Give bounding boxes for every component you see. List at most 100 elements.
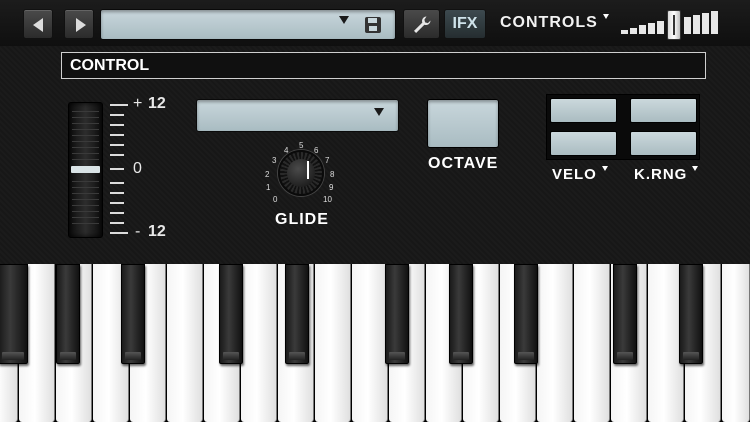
krng-pad-bottom[interactable]	[630, 131, 697, 156]
chevron-down-icon[interactable]	[339, 16, 349, 24]
chevron-down-icon	[374, 108, 384, 116]
settings-button[interactable]	[403, 9, 440, 39]
white-key[interactable]	[167, 264, 203, 422]
wheel-ridge	[72, 193, 99, 194]
previous-preset-button[interactable]	[23, 9, 53, 39]
black-key[interactable]	[285, 264, 309, 364]
volume-level-bar	[657, 21, 664, 34]
wheel-ridge	[72, 129, 99, 130]
triangle-left-icon	[33, 18, 43, 32]
caret-down-icon	[601, 166, 608, 171]
preset-display[interactable]	[100, 9, 396, 40]
octave-display[interactable]	[427, 99, 499, 148]
scale-tick	[110, 212, 124, 214]
knob-scale-number: 1	[266, 183, 271, 192]
glide-label: GLIDE	[275, 211, 329, 228]
triangle-right-icon	[76, 18, 86, 32]
white-key[interactable]	[315, 264, 351, 422]
scale-tick	[110, 192, 124, 194]
white-key[interactable]	[352, 264, 388, 422]
black-key[interactable]	[219, 264, 243, 364]
volume-level-bar	[621, 30, 628, 34]
floppy-disk-icon[interactable]	[365, 17, 381, 33]
wheel-ridge	[72, 211, 99, 212]
black-key[interactable]	[121, 264, 145, 364]
volume-level-bar	[684, 17, 691, 34]
wheel-ridge	[72, 159, 99, 160]
pitch-max-sign: +	[133, 95, 143, 112]
volume-level-bar	[648, 23, 655, 34]
volume-level-bar	[639, 25, 646, 34]
knob-cap	[287, 159, 315, 187]
scale-tick	[110, 144, 124, 146]
velo-pad-top[interactable]	[550, 98, 617, 123]
wheel-ridge	[72, 123, 99, 124]
key-range-menu[interactable]: K.RNG	[634, 166, 699, 183]
black-key[interactable]	[514, 264, 538, 364]
wheel-ridge	[72, 199, 99, 200]
scale-tick	[110, 182, 124, 184]
wheel-ridge	[72, 217, 99, 218]
wheel-ridge	[72, 135, 99, 136]
piano-keyboard	[0, 264, 750, 422]
wheel-ridge	[72, 205, 99, 206]
pitch-center-value: 0	[133, 160, 142, 177]
octave-label: OCTAVE	[428, 155, 499, 172]
wheel-ridge	[72, 187, 99, 188]
ifx-button[interactable]: IFX	[444, 9, 486, 39]
white-key[interactable]	[574, 264, 610, 422]
pitch-min-value: 12	[148, 223, 166, 240]
wrench-icon	[414, 16, 431, 33]
velo-menu[interactable]: VELO	[552, 166, 608, 183]
knob-pointer	[307, 161, 309, 179]
wheel-center-mark	[71, 166, 100, 173]
scale-tick	[110, 222, 124, 224]
pitch-bend-wheel[interactable]	[68, 102, 103, 238]
wheel-ridge	[72, 141, 99, 142]
pitch-min-sign: -	[135, 223, 141, 240]
scale-tick	[110, 114, 124, 116]
glide-mode-dropdown[interactable]	[196, 99, 399, 132]
next-preset-button[interactable]	[64, 9, 94, 39]
volume-slider[interactable]	[621, 10, 725, 40]
black-key[interactable]	[449, 264, 473, 364]
knob-scale-number: 7	[325, 156, 330, 165]
volume-level-bar	[630, 28, 637, 34]
top-toolbar: IFX CONTROLS	[0, 0, 750, 46]
glide-knob[interactable]	[278, 150, 324, 196]
pitch-max-value: 12	[148, 95, 166, 112]
wheel-ridge	[72, 111, 99, 112]
black-key[interactable]	[56, 264, 80, 364]
black-key[interactable]	[0, 264, 28, 364]
krng-label: K.RNG	[634, 166, 688, 183]
knob-scale-number: 9	[329, 183, 334, 192]
scale-tick	[110, 168, 124, 170]
scale-tick	[110, 134, 124, 136]
black-key[interactable]	[385, 264, 409, 364]
knob-scale-number: 0	[273, 195, 278, 204]
controls-menu[interactable]: CONTROLS	[500, 14, 609, 32]
glide-knob-area: 0 1 2 3 4 5 6 7 8 9 10	[259, 138, 345, 208]
velo-pad-bottom[interactable]	[550, 131, 617, 156]
section-title: CONTROL	[61, 52, 706, 79]
knob-scale-number: 8	[330, 170, 335, 179]
knob-scale-number: 2	[265, 170, 270, 179]
krng-pad-top[interactable]	[630, 98, 697, 123]
caret-down-icon	[602, 14, 609, 19]
caret-down-icon	[692, 166, 699, 171]
volume-level-bar	[693, 15, 700, 34]
white-key[interactable]	[537, 264, 573, 422]
black-key[interactable]	[613, 264, 637, 364]
black-key[interactable]	[679, 264, 703, 364]
wheel-ridge	[72, 117, 99, 118]
white-key[interactable]	[722, 264, 750, 422]
white-key[interactable]	[241, 264, 277, 422]
scale-tick	[110, 124, 124, 126]
scale-tick	[110, 232, 128, 234]
velo-label: VELO	[552, 166, 597, 183]
wheel-ridge	[72, 223, 99, 224]
scale-tick	[110, 154, 124, 156]
volume-thumb[interactable]	[667, 10, 681, 40]
wheel-ridge	[72, 147, 99, 148]
wheel-ridge	[72, 153, 99, 154]
